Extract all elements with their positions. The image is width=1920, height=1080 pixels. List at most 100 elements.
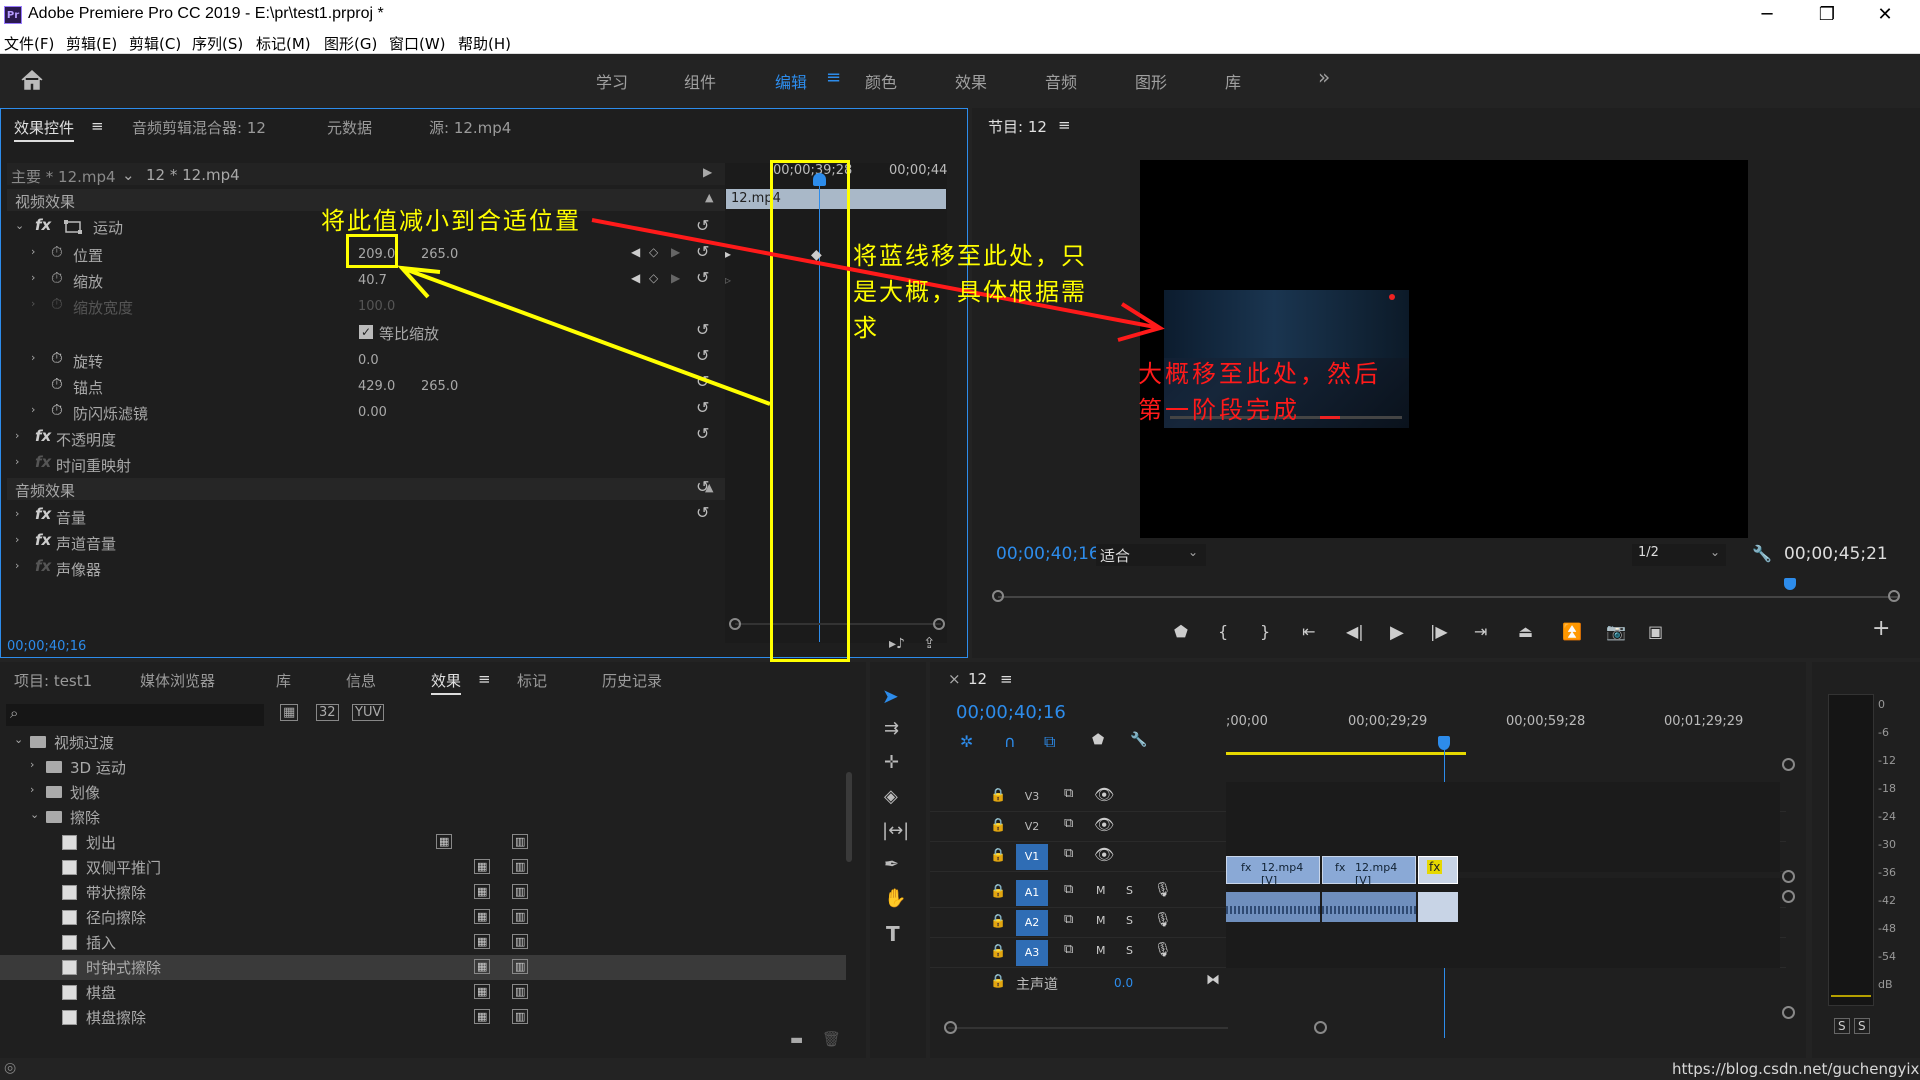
lock-icon[interactable]: 🔒	[990, 788, 1006, 803]
sequence-clip-label[interactable]: 12 * 12.mp4	[146, 166, 240, 184]
tree-scrollbar[interactable]	[846, 772, 852, 862]
expand-chevron-icon[interactable]: ›	[15, 559, 19, 572]
mute-button[interactable]: M	[1096, 884, 1106, 897]
tree-effect[interactable]: ▦ ▥ 棋盘擦除	[0, 1005, 846, 1030]
export-frame-icon[interactable]: ⇪	[923, 634, 936, 652]
ripple-edit-tool-icon[interactable]: ✛	[884, 752, 899, 773]
timeline-playhead-handle[interactable]	[1438, 736, 1450, 750]
sync-lock-icon[interactable]: ⧉	[1064, 816, 1073, 831]
reset-icon[interactable]: ↺	[696, 343, 716, 369]
scrubber-handle-left[interactable]	[992, 590, 1004, 602]
menu-sequence[interactable]: 序列(S)	[192, 33, 243, 54]
expand-chevron-icon[interactable]: ›	[31, 351, 35, 364]
razor-tool-icon[interactable]: ◈	[884, 786, 898, 807]
close-sequence-icon[interactable]: ×	[948, 670, 961, 688]
expand-chevron-icon[interactable]: ›	[15, 429, 19, 442]
lock-icon[interactable]: 🔒	[990, 944, 1006, 959]
track-target-v2[interactable]: V2	[1016, 814, 1048, 840]
slip-tool-icon[interactable]: |↔|	[882, 820, 909, 841]
reset-icon[interactable]: ↺	[696, 500, 716, 526]
tab-metadata[interactable]: 元数据	[327, 117, 372, 138]
tab-effect-controls[interactable]: 效果控件	[14, 117, 75, 142]
nest-icon[interactable]: ✲	[960, 732, 973, 751]
add-marker-icon[interactable]: ⬟	[1174, 622, 1188, 641]
antiflicker-value[interactable]: 0.00	[358, 405, 387, 420]
accelerated-effects-icon[interactable]: ▦	[280, 704, 299, 721]
tree-folder[interactable]: ⌄ 擦除	[0, 805, 846, 830]
hand-tool-icon[interactable]: ✋	[884, 888, 906, 909]
vscroll-handle[interactable]	[1782, 1006, 1795, 1019]
expand-chevron-icon[interactable]: ⌄	[15, 219, 24, 232]
workspace-more-button[interactable]: »	[1318, 65, 1330, 89]
button-editor-icon[interactable]: +	[1872, 616, 1890, 641]
track-target-v3[interactable]: V3	[1016, 784, 1048, 810]
microphone-icon[interactable]: 🎙	[1154, 882, 1172, 898]
yuv-effects-icon[interactable]: YUV	[352, 704, 385, 721]
fit-dropdown[interactable]: 适合 ⌄	[1096, 544, 1206, 566]
restore-button[interactable]: ❐	[1804, 0, 1850, 30]
mark-out-icon[interactable]: }	[1260, 622, 1270, 641]
workspace-effects[interactable]: 效果	[955, 69, 987, 93]
stopwatch-icon[interactable]: ⏱	[51, 243, 63, 261]
video-clip[interactable]: fx 12.mp4 [V]	[1322, 856, 1416, 887]
mark-in-icon[interactable]: {	[1218, 622, 1228, 641]
next-keyframe-icon[interactable]: ▶	[671, 271, 680, 285]
play-audio-icon[interactable]: ▸♪	[889, 636, 905, 652]
reset-icon[interactable]: ↺	[696, 395, 716, 421]
master-track-value[interactable]: 0.0	[1114, 976, 1133, 990]
lock-icon[interactable]: 🔒	[990, 848, 1006, 863]
tree-effect[interactable]: ▦ ▥ 插入	[0, 930, 846, 955]
expand-chevron-icon[interactable]: ›	[15, 455, 19, 468]
lock-icon[interactable]: 🔒	[990, 974, 1006, 989]
tree-effect[interactable]: ▦ ▥ 时钟式擦除	[0, 955, 846, 980]
next-keyframe-icon[interactable]: ▶	[671, 245, 680, 259]
master-clip-label[interactable]: 主要 * 12.mp4	[11, 166, 116, 187]
sequence-tab[interactable]: 12	[968, 670, 987, 688]
workspace-libraries[interactable]: 库	[1225, 69, 1241, 93]
reset-icon[interactable]: ↺	[696, 265, 716, 291]
video-clip[interactable]: fx	[1418, 856, 1458, 884]
menu-help[interactable]: 帮助(H)	[458, 33, 511, 54]
track-target-a1[interactable]: A1	[1016, 880, 1048, 906]
lock-icon[interactable]: 🔒	[990, 818, 1006, 833]
settings-wrench-icon[interactable]: 🔧	[1130, 732, 1147, 748]
monitor-playhead[interactable]	[1784, 578, 1796, 590]
workspace-learn[interactable]: 学习	[596, 69, 628, 93]
resolution-dropdown[interactable]: 1/2 ⌄	[1632, 544, 1726, 566]
chevron-down-icon[interactable]: ⌄	[30, 808, 39, 821]
transform-icon[interactable]	[63, 219, 85, 235]
track-target-v1[interactable]: V1	[1016, 844, 1048, 870]
effects-menu-icon[interactable]: ≡	[478, 670, 491, 688]
timeline-ruler[interactable]: ;00;00 00;00;29;29 00;00;59;28 00;01;29;…	[1226, 714, 1784, 760]
tree-folder[interactable]: › 3D 运动	[0, 755, 846, 780]
fx-badge-icon[interactable]: fx	[35, 216, 51, 234]
tree-effect[interactable]: ▦ ▥ 带状擦除	[0, 880, 846, 905]
eye-icon[interactable]: 👁	[1094, 815, 1114, 834]
expand-chevron-icon[interactable]: ›	[31, 245, 35, 258]
workspace-assembly[interactable]: 组件	[684, 69, 716, 93]
lock-icon[interactable]: 🔒	[990, 914, 1006, 929]
close-button[interactable]: ✕	[1862, 0, 1908, 30]
wrench-icon[interactable]: 🔧	[1752, 544, 1772, 563]
workspace-editing[interactable]: 编辑	[775, 69, 807, 93]
track-lane[interactable]	[1226, 812, 1780, 842]
vscroll-handle[interactable]	[1782, 870, 1795, 883]
tab-markers[interactable]: 标记	[517, 670, 547, 691]
zoom-handle-left[interactable]	[944, 1021, 957, 1034]
extract-icon[interactable]: ⏫	[1562, 622, 1582, 641]
anchor-y-value[interactable]: 265.0	[421, 379, 458, 394]
timeline-zoom-bar[interactable]	[948, 1027, 1228, 1029]
track-target-a2[interactable]: A2	[1016, 910, 1048, 936]
expand-chevron-icon[interactable]: ›	[31, 403, 35, 416]
stopwatch-icon[interactable]: ⏱	[51, 349, 63, 367]
eye-icon[interactable]: 👁	[1094, 845, 1114, 864]
tab-media-browser[interactable]: 媒体浏览器	[140, 670, 215, 691]
program-monitor-title[interactable]: 节目: 12	[988, 116, 1047, 137]
uniform-scale-checkbox[interactable]: ✓	[359, 325, 373, 339]
comparison-view-icon[interactable]: ▣	[1648, 622, 1663, 641]
status-icon[interactable]: ◎	[4, 1060, 16, 1076]
menu-file[interactable]: 文件(F)	[4, 33, 54, 54]
audio-clip[interactable]	[1418, 892, 1458, 922]
track-lane[interactable]	[1226, 782, 1780, 812]
snap-magnet-icon[interactable]: ∩	[1004, 732, 1016, 751]
